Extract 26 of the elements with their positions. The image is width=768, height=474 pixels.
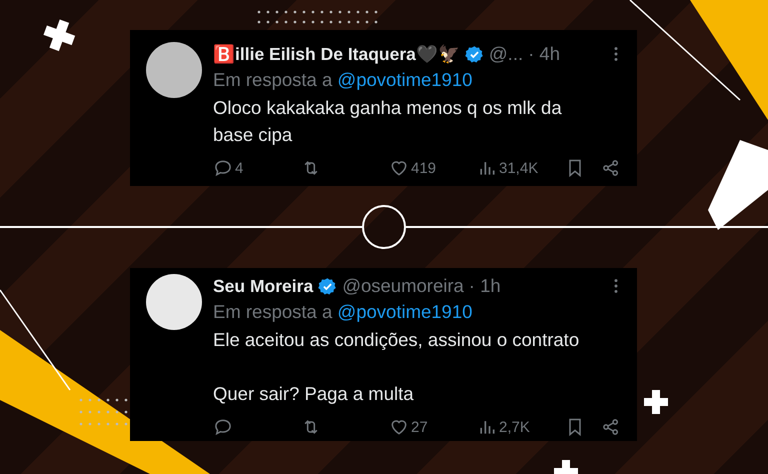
- share-icon[interactable]: [601, 158, 621, 178]
- more-options-icon[interactable]: [613, 277, 619, 295]
- tweet-text: Oloco kakakaka ganha menos q os mlk da base cipa: [213, 96, 563, 147]
- like-count: 27: [411, 418, 428, 436]
- mention-link[interactable]: @povotime1910: [337, 69, 472, 90]
- more-options-icon[interactable]: [613, 45, 619, 63]
- reply-label: Em resposta a: [213, 301, 332, 322]
- tweet-text: Ele aceitou as condições, assinou o contrato: [213, 328, 580, 352]
- reply-icon[interactable]: [213, 158, 233, 178]
- post-time: · 4h: [528, 43, 560, 65]
- heart-icon[interactable]: [389, 158, 409, 178]
- display-name[interactable]: 🅱illie Eilish De Itaquera🖤🦅: [213, 44, 460, 64]
- heart-icon[interactable]: [389, 417, 409, 437]
- tweet-text: Quer sair? Paga a multa: [213, 382, 415, 406]
- post-time: · 1h: [468, 275, 501, 297]
- reply-icon[interactable]: [213, 417, 233, 437]
- reply-count: 4: [235, 160, 244, 176]
- user-handle[interactable]: @oseumoreira: [342, 275, 464, 297]
- user-handle[interactable]: @...: [488, 43, 524, 65]
- mention-link[interactable]: @povotime1910: [337, 301, 472, 322]
- view-count: 31,4K: [499, 160, 538, 176]
- share-icon[interactable]: [601, 417, 621, 437]
- display-name[interactable]: Seu Moreira: [213, 276, 314, 296]
- like-count: 419: [411, 160, 436, 176]
- view-count: 2,7K: [499, 418, 530, 436]
- reply-label: Em resposta a: [213, 69, 332, 90]
